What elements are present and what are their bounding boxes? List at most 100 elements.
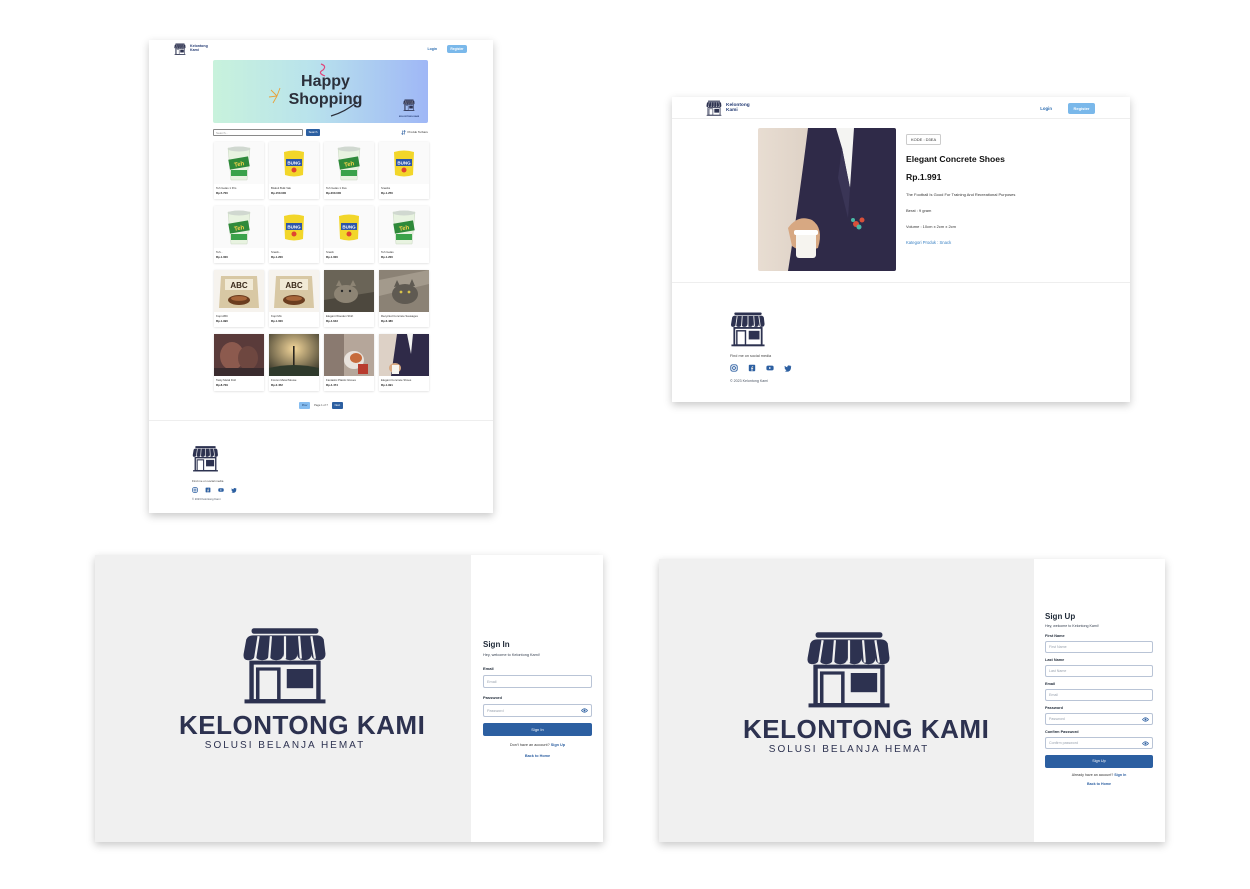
instagram-icon[interactable]	[730, 364, 738, 372]
product-price: Rp.1.990	[216, 318, 228, 323]
product-card[interactable]: BUNG Snack Rp.1.000	[324, 206, 374, 263]
product-price: Rp.150.000	[271, 190, 287, 195]
brand-logo: KELONTONG KAMI SOLUSI BELANJA HEMAT	[179, 625, 425, 751]
product-name: Teh Gelas 1 Dus	[326, 186, 347, 190]
product-price: Rp.4.474	[326, 382, 338, 387]
product-card[interactable]: Teh Teh Gelas Rp.1.200	[379, 206, 429, 263]
product-card[interactable]: BUNG Biskuit Bulk Vak Rp.150.000	[269, 142, 319, 199]
copyright: © 2023 Kelontong Kami	[192, 498, 221, 501]
product-card[interactable]: Teh Teh Gelas 1 Pcs Rp.5.700	[214, 142, 264, 199]
last-name-field[interactable]: Last Name	[1045, 665, 1153, 677]
shop-logo-icon	[706, 100, 722, 116]
youtube-icon[interactable]	[766, 364, 774, 372]
product-card[interactable]: Tasty Metal Fish Rp.8.729	[214, 334, 264, 391]
divider	[149, 420, 493, 421]
first-name-field[interactable]: First Name	[1045, 641, 1153, 653]
svg-text:ABC: ABC	[230, 281, 248, 290]
brand-hero: KELONTONG KAMI SOLUSI BELANJA HEMAT	[659, 559, 1034, 842]
product-name: Teh Gelas 1 Pcs	[216, 186, 237, 190]
facebook-icon[interactable]	[205, 487, 211, 493]
brand[interactable]: Kelontong Kami	[706, 100, 750, 116]
brand[interactable]: Kelontong Kami	[174, 43, 208, 55]
product-price: Rp.200.000	[326, 190, 342, 195]
product-card[interactable]: ABC Kopi Mix Rp.1.000	[269, 270, 319, 327]
confirm-password-field[interactable]: Confirm password	[1045, 737, 1153, 749]
product-name: Teh...	[216, 250, 223, 254]
back-to-home-link[interactable]: Back to Home	[483, 754, 592, 758]
back-to-home-link[interactable]: Back to Home	[1045, 782, 1153, 786]
product-price: Rp.1.200	[271, 254, 283, 259]
search-button[interactable]: Search	[306, 128, 320, 136]
promo-banner: Happy Shopping KELONTONG KAMI	[213, 60, 428, 123]
product-name: Fantastic Plastic Gloves	[326, 378, 356, 382]
shop-logo-icon	[241, 625, 329, 705]
product-card[interactable]: ABC Kopi ABC Rp.1.990	[214, 270, 264, 327]
product-thumbnail: Teh	[214, 206, 264, 248]
product-name: Kopi ABC	[216, 314, 228, 318]
product-card[interactable]: Frozen Metal Mouse Rp.2.452	[269, 334, 319, 391]
product-name: Tasty Metal Fish	[216, 378, 237, 382]
facebook-icon[interactable]	[748, 364, 756, 372]
signup-button[interactable]: Sign Up	[1045, 755, 1153, 768]
svg-text:BUNG: BUNG	[287, 225, 301, 230]
product-card[interactable]: Teh Teh... Rp.1.000	[214, 206, 264, 263]
password-field[interactable]: Password	[1045, 713, 1153, 725]
product-category-link[interactable]: Kategori Produk : Snack	[906, 240, 1096, 245]
product-price: Rp.1.000	[326, 254, 338, 259]
product-card[interactable]: Elegant Wooden Shirt Rp.4.643	[324, 270, 374, 327]
sort-toggle[interactable]: Produk Terbaru	[400, 129, 428, 135]
brand-hero: KELONTONG KAMI SOLUSI BELANJA HEMAT	[95, 555, 471, 842]
signup-subtitle: Hey, welcome to Kelontong Kami!	[1045, 624, 1099, 628]
product-card[interactable]: Elegant Concrete Shoes Rp.1.991	[379, 334, 429, 391]
password-field[interactable]: Password	[483, 704, 592, 717]
product-price: Rp.1.000	[271, 318, 283, 323]
signup-page: KELONTONG KAMI SOLUSI BELANJA HEMAT Sign…	[659, 559, 1165, 842]
eye-icon[interactable]	[1142, 716, 1149, 722]
signin-link[interactable]: Sign In	[1114, 773, 1126, 777]
product-thumbnail: BUNG	[269, 206, 319, 248]
register-button[interactable]: Register	[1068, 102, 1095, 114]
product-name: Elegant Concrete Shoes	[381, 378, 412, 382]
product-name: Frozen Metal Mouse	[271, 378, 297, 382]
footer: Find me on social media © 2023 Kelontong…	[192, 445, 237, 501]
signin-subtitle: Hey, welcome to Kelontong Kami!	[483, 653, 540, 657]
first-name-label: First Name	[1045, 634, 1065, 638]
product-card[interactable]: Teh Teh Gelas 1 Dus Rp.200.000	[324, 142, 374, 199]
product-card[interactable]: BUNG Snack... Rp.1.200	[269, 206, 319, 263]
product-card[interactable]: BUNG Snacks Rp.1.250	[379, 142, 429, 199]
email-field[interactable]: Email	[1045, 689, 1153, 701]
email-field[interactable]: Email	[483, 675, 592, 688]
twitter-icon[interactable]	[231, 487, 237, 493]
product-name: Snacks	[381, 186, 391, 190]
svg-text:BUNG: BUNG	[287, 161, 301, 166]
password-label: Password	[483, 695, 502, 700]
product-volume: Volume : 10cm x 2cm x 2cm	[906, 224, 957, 229]
product-info: KODE : D3EA Elegant Concrete Shoes Rp.1.…	[906, 128, 1096, 245]
product-card[interactable]: Fantastic Plastic Gloves Rp.4.474	[324, 334, 374, 391]
product-thumbnail	[324, 270, 374, 312]
product-weight: Berat : 9 gram	[906, 208, 932, 213]
login-link[interactable]: Login	[1040, 106, 1052, 111]
email-label: Email	[483, 666, 494, 671]
youtube-icon[interactable]	[218, 487, 224, 493]
catalog-page: Kelontong Kami Login Register Happy Shopp…	[149, 40, 493, 513]
search-input[interactable]: Search...	[213, 128, 303, 136]
signup-link[interactable]: Sign Up	[551, 743, 565, 747]
product-description: The Football Is Good For Training And Re…	[906, 192, 1016, 197]
svg-text:BUNG: BUNG	[342, 225, 356, 230]
instagram-icon[interactable]	[192, 487, 198, 493]
product-thumbnail	[324, 334, 374, 376]
next-button[interactable]: Next	[331, 402, 343, 409]
product-price: Rp.1.991	[906, 172, 942, 182]
product-thumbnail: Teh	[214, 142, 264, 184]
product-name: Kopi Mix	[271, 314, 282, 318]
password-label: Password	[1045, 706, 1063, 710]
twitter-icon[interactable]	[784, 364, 792, 372]
prev-button[interactable]: Prev	[299, 402, 311, 409]
login-link[interactable]: Login	[427, 47, 437, 51]
eye-icon[interactable]	[581, 708, 588, 713]
eye-icon[interactable]	[1142, 740, 1149, 746]
register-button[interactable]: Register	[447, 44, 467, 53]
product-card[interactable]: Recycled Concrete Sausages Rp.6.480	[379, 270, 429, 327]
signin-button[interactable]: Sign In	[483, 723, 592, 736]
